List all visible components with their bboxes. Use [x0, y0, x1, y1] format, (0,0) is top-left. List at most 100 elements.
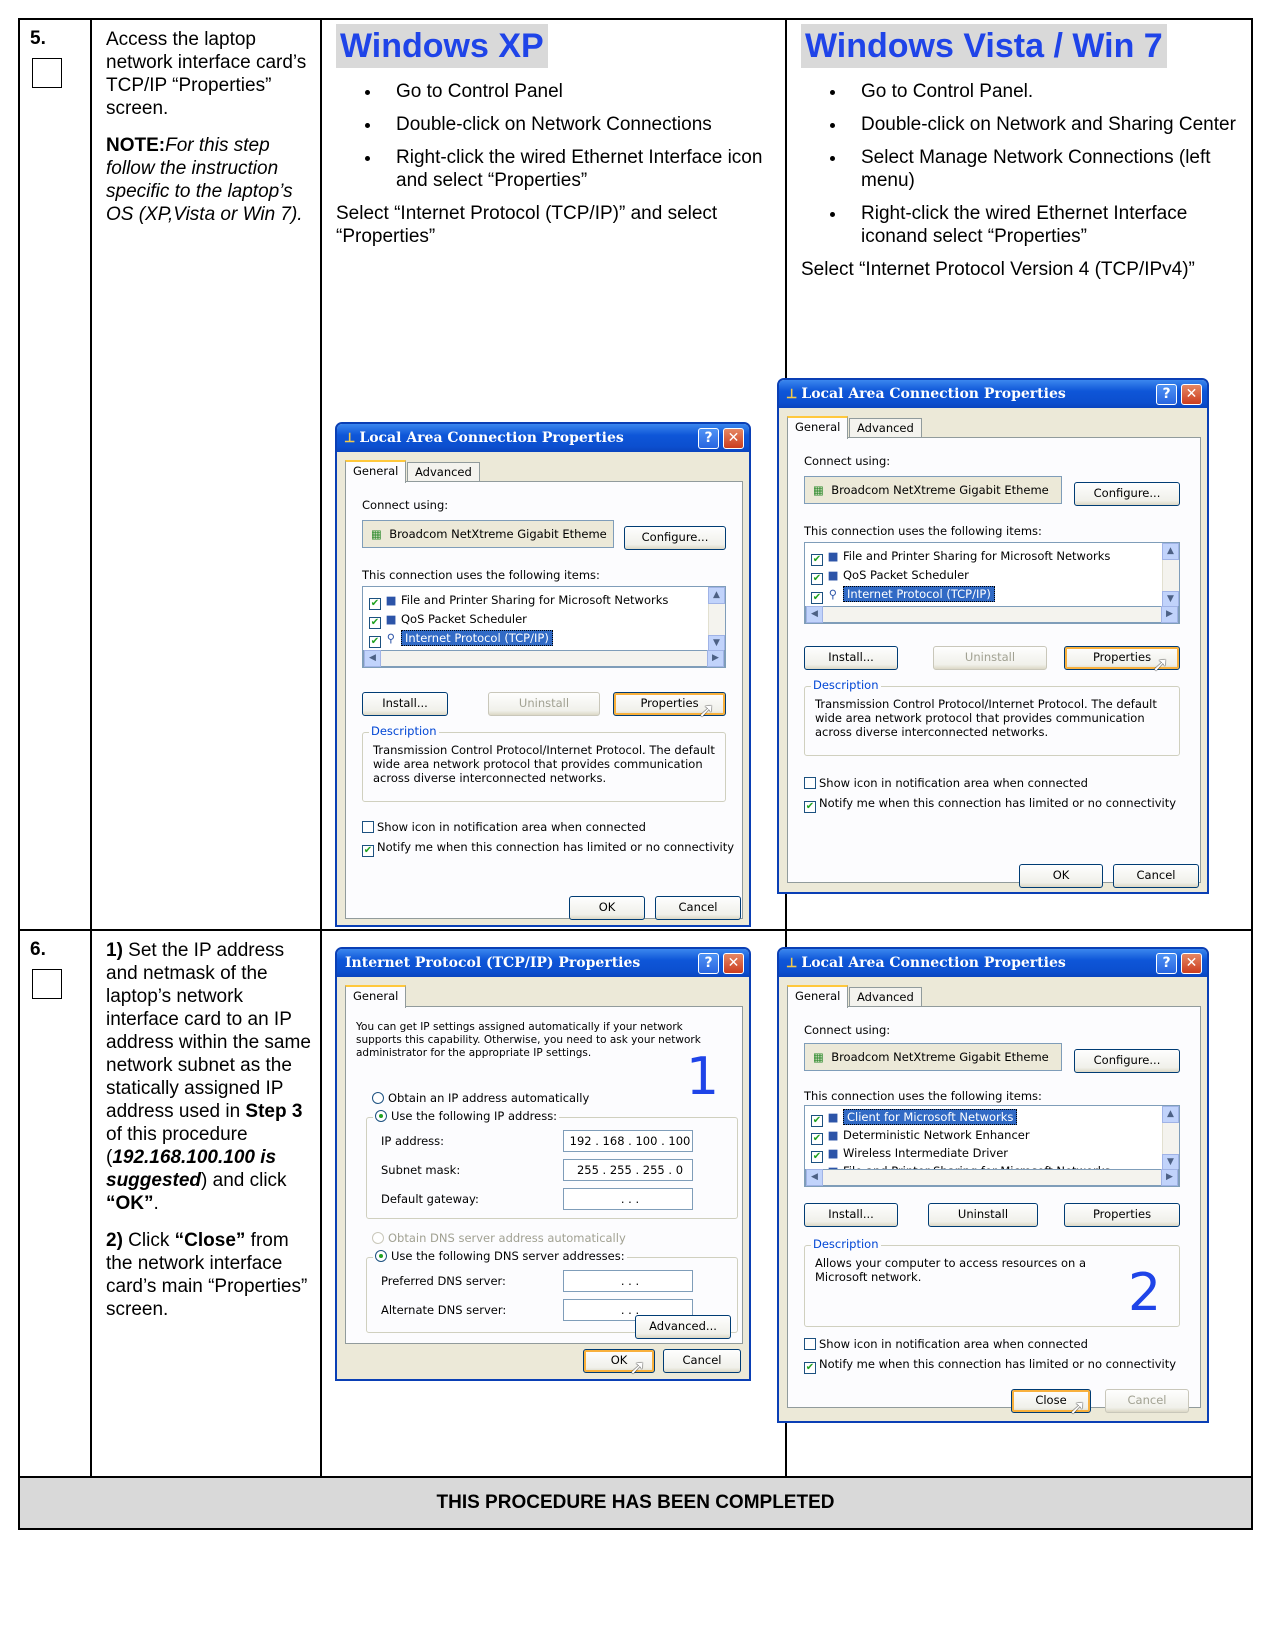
advanced-button[interactable]: Advanced...	[635, 1315, 731, 1339]
checkbox[interactable]	[362, 821, 374, 833]
ok-button[interactable]: OK	[569, 896, 645, 920]
tab-advanced[interactable]: Advanced	[407, 462, 480, 482]
tab-advanced[interactable]: Advanced	[849, 987, 922, 1007]
scroll-up-button[interactable]: ▲	[1162, 543, 1179, 560]
properties-button[interactable]: Properties	[1064, 1203, 1180, 1227]
scroll-left-button[interactable]: ◀	[364, 650, 381, 667]
list-item[interactable]: ■ QoS Packet Scheduler	[811, 566, 969, 585]
checkbox[interactable]	[804, 801, 816, 813]
horizontal-scrollbar[interactable]: ◀ ▶	[805, 1169, 1179, 1186]
show-icon-option[interactable]: Show icon in notification area when conn…	[804, 1337, 1088, 1351]
uninstall-button[interactable]: Uninstall	[933, 646, 1047, 670]
instruction-label: 2)	[106, 1230, 123, 1251]
list-item[interactable]: ■ Deterministic Network Enhancer	[811, 1126, 1030, 1145]
components-list[interactable]: ■ File and Printer Sharing for Microsoft …	[362, 586, 726, 668]
scroll-right-button[interactable]: ▶	[1161, 606, 1178, 623]
configure-button[interactable]: Configure...	[1074, 1049, 1180, 1073]
description-text: Transmission Control Protocol/Internet P…	[373, 743, 715, 785]
show-icon-option[interactable]: Show icon in notification area when conn…	[362, 820, 646, 834]
cancel-button[interactable]: Cancel	[1113, 864, 1199, 888]
list-item[interactable]: ■ Wireless Intermediate Driver	[811, 1144, 1008, 1163]
checkbox[interactable]	[804, 1362, 816, 1374]
cancel-button[interactable]: Cancel	[1105, 1389, 1189, 1413]
list-item-selected[interactable]: ⚲ Internet Protocol (TCP/IP)	[369, 629, 553, 648]
configure-button[interactable]: Configure...	[624, 526, 726, 550]
radio-button[interactable]	[375, 1250, 387, 1262]
option-label: Use the following DNS server addresses:	[391, 1249, 625, 1263]
radio-button[interactable]	[372, 1092, 384, 1104]
tab-general[interactable]: General	[787, 985, 849, 1008]
help-button[interactable]: ?	[1156, 953, 1177, 974]
horizontal-scrollbar[interactable]: ◀ ▶	[363, 650, 725, 667]
network-icon: ⟂	[787, 955, 797, 971]
obtain-ip-auto-option[interactable]: Obtain an IP address automatically	[372, 1091, 589, 1105]
tab-advanced[interactable]: Advanced	[849, 418, 922, 438]
close-button[interactable]: ✕	[1181, 953, 1202, 974]
checkbox[interactable]	[369, 636, 381, 648]
tab-general[interactable]: General	[787, 416, 849, 439]
cancel-button[interactable]: Cancel	[663, 1349, 741, 1373]
checkbox[interactable]	[811, 573, 823, 585]
checkbox[interactable]	[811, 592, 823, 604]
close-button[interactable]: ✕	[1181, 384, 1202, 405]
step-checkbox[interactable]	[32, 969, 62, 999]
tab-general[interactable]: General	[345, 460, 407, 483]
uninstall-button[interactable]: Uninstall	[928, 1203, 1038, 1227]
components-list[interactable]: ■ File and Printer Sharing for Microsoft …	[804, 542, 1180, 624]
vertical-scrollbar[interactable]: ▲ ▼	[1162, 1106, 1179, 1171]
vertical-scrollbar[interactable]: ▲ ▼	[1162, 543, 1179, 608]
list-item[interactable]: ■ File and Printer Sharing for Microsoft …	[811, 547, 1110, 566]
checkbox[interactable]	[811, 554, 823, 566]
footer-row: THIS PROCEDURE HAS BEEN COMPLETED	[18, 1476, 1253, 1530]
use-dns-option[interactable]: Use the following DNS server addresses:	[373, 1249, 627, 1263]
list-item[interactable]: ■ File and Printer Sharing for Microsoft …	[369, 591, 668, 610]
notify-option[interactable]: Notify me when this connection has limit…	[804, 1357, 1176, 1374]
checkbox[interactable]	[804, 1338, 816, 1350]
scroll-up-button[interactable]: ▲	[1162, 1106, 1179, 1123]
list-item-selected[interactable]: ⚲ Internet Protocol (TCP/IP)	[811, 585, 995, 604]
horizontal-scrollbar[interactable]: ◀ ▶	[805, 606, 1179, 623]
notify-option[interactable]: Notify me when this connection has limit…	[804, 796, 1176, 813]
use-ip-option[interactable]: Use the following IP address:	[373, 1109, 560, 1123]
preferred-dns-input[interactable]: . . .	[563, 1270, 693, 1292]
install-button[interactable]: Install...	[804, 1203, 898, 1227]
default-gateway-input[interactable]: . . .	[563, 1188, 693, 1210]
help-button[interactable]: ?	[698, 953, 719, 974]
help-button[interactable]: ?	[698, 428, 719, 449]
close-button[interactable]: ✕	[723, 428, 744, 449]
close-button[interactable]: ✕	[723, 953, 744, 974]
install-button[interactable]: Install...	[362, 692, 448, 716]
vertical-scrollbar[interactable]: ▲ ▼	[708, 587, 725, 652]
components-list[interactable]: ■ Client for Microsoft Networks ■ Determin…	[804, 1105, 1180, 1187]
checkbox[interactable]	[362, 845, 374, 857]
scroll-left-button[interactable]: ◀	[806, 606, 823, 623]
help-button[interactable]: ?	[1156, 384, 1177, 405]
install-button[interactable]: Install...	[804, 646, 898, 670]
scroll-right-button[interactable]: ▶	[1161, 1169, 1178, 1186]
subnet-mask-input[interactable]: 255 . 255 . 255 . 0	[563, 1159, 693, 1181]
list-item-selected[interactable]: ■ Client for Microsoft Networks	[811, 1108, 1018, 1127]
checkbox[interactable]	[369, 617, 381, 629]
network-client-icon: ■	[385, 593, 397, 607]
checkbox[interactable]	[804, 777, 816, 789]
ip-address-input[interactable]: 192 . 168 . 100 . 100	[563, 1130, 693, 1152]
radio-button[interactable]	[375, 1110, 387, 1122]
configure-button[interactable]: Configure...	[1074, 482, 1180, 506]
radio-button[interactable]	[372, 1232, 384, 1244]
step-checkbox[interactable]	[32, 58, 62, 88]
checkbox[interactable]	[369, 598, 381, 610]
ok-button[interactable]: OK	[1019, 864, 1103, 888]
callout-number: 1	[686, 1047, 720, 1107]
scroll-up-button[interactable]: ▲	[708, 587, 725, 604]
scroll-right-button[interactable]: ▶	[707, 650, 724, 667]
cancel-button[interactable]: Cancel	[655, 896, 741, 920]
vista-lac-dialog: ⟂ Local Area Connection Properties ? ✕ Ge…	[777, 378, 1209, 894]
tab-general[interactable]: General	[345, 985, 407, 1008]
uninstall-button[interactable]: Uninstall	[488, 692, 600, 716]
show-icon-option[interactable]: Show icon in notification area when conn…	[804, 776, 1088, 790]
notify-option[interactable]: Notify me when this connection has limit…	[362, 840, 734, 857]
option-label: Show icon in notification area when conn…	[377, 820, 646, 834]
scroll-left-button[interactable]: ◀	[806, 1169, 823, 1186]
obtain-dns-auto-option[interactable]: Obtain DNS server address automatically	[372, 1231, 626, 1245]
list-item[interactable]: ■ QoS Packet Scheduler	[369, 610, 527, 629]
